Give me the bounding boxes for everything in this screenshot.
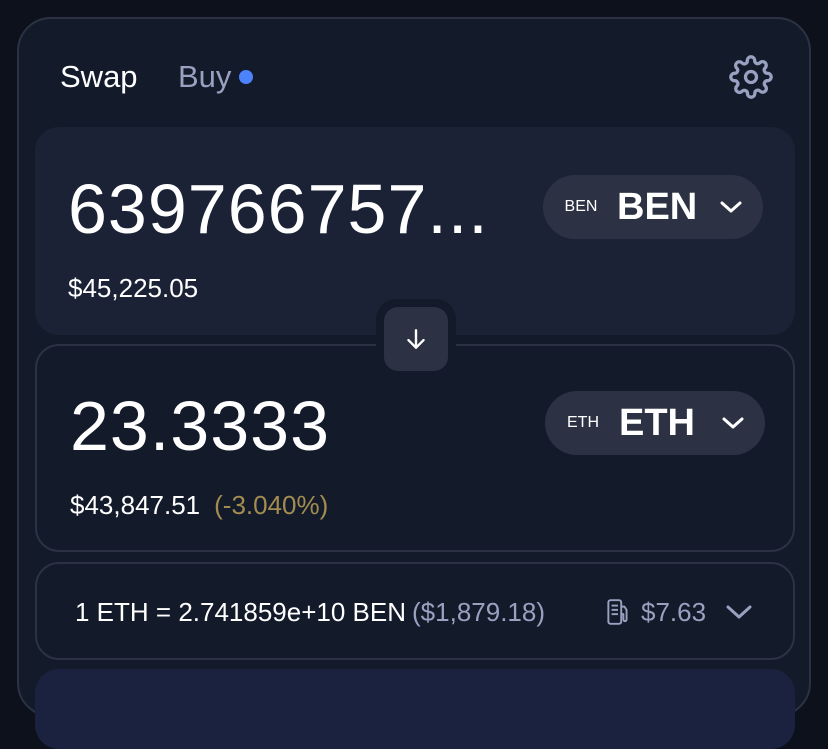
output-amount[interactable]: 23.3333 [70,386,520,466]
input-usd-value: $45,225.05 [68,273,199,303]
chevron-down-icon [722,417,744,429]
input-amount[interactable]: 639766757... [68,169,518,249]
chevron-down-icon [720,201,742,213]
swap-action-button[interactable] [35,669,795,749]
swap-card: Swap Buy 639766757... BEN BEN $45,225.05… [17,17,811,749]
output-usd-value: $43,847.51 (-3.040%) [70,490,328,521]
tab-buy-label: Buy [178,59,232,94]
exchange-rate-text: 1 ETH = 2.741859e+10 BEN [75,597,407,627]
switch-button-frame [376,299,456,379]
arrow-down-icon [407,329,425,349]
output-usd-amount: $43,847.51 [70,490,201,520]
exchange-rate-row[interactable]: 1 ETH = 2.741859e+10 BEN ($1,879.18) $7.6… [35,562,795,660]
input-token-logo: BEN [564,198,598,215]
tab-swap[interactable]: Swap [60,59,138,95]
gas-cost: $7.63 [641,597,707,627]
exchange-rate-usd: ($1,879.18) [412,597,545,627]
chevron-down-icon[interactable] [725,602,753,622]
output-token-logo: ETH [567,414,599,431]
new-indicator-dot [239,70,254,84]
input-token-selector[interactable]: BEN BEN [543,175,763,239]
gear-icon[interactable] [729,55,773,99]
price-impact: (-3.040%) [214,490,329,520]
exchange-rate: 1 ETH = 2.741859e+10 BEN ($1,879.18) [75,597,545,628]
switch-tokens-button[interactable] [384,307,448,371]
output-token-selector[interactable]: ETH ETH [545,391,765,455]
tab-buy[interactable]: Buy [178,59,254,95]
output-token-symbol: ETH [619,401,695,444]
gas-pump-icon [607,599,628,625]
input-token-symbol: BEN [617,185,698,228]
swap-header: Swap Buy [19,19,809,129]
